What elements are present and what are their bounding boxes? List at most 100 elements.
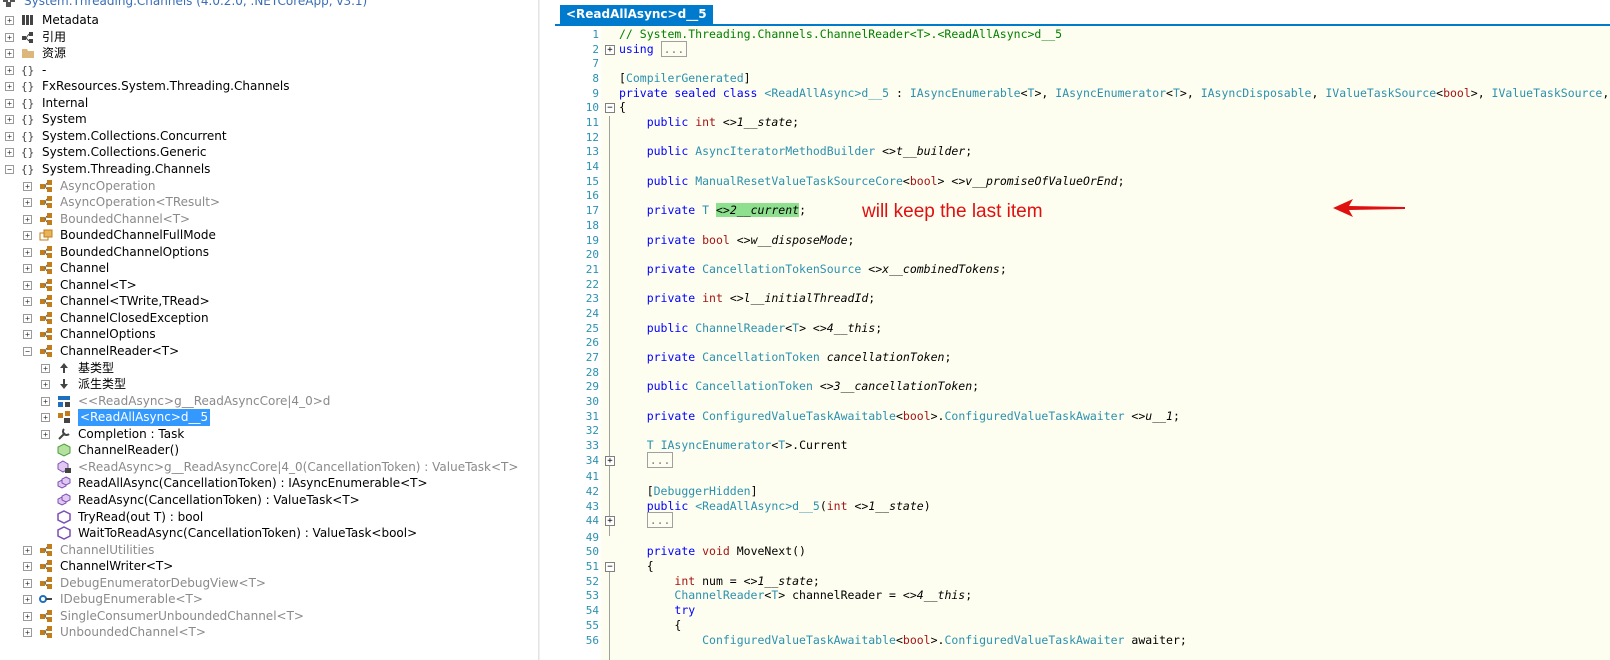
expand-icon[interactable]: +	[23, 231, 32, 241]
expand-icon[interactable]: +	[5, 98, 14, 108]
expand-icon[interactable]: +	[23, 181, 32, 191]
tree-item-label: ReadAsync(CancellationToken) : ValueTask…	[78, 492, 360, 507]
tree-item-label: Channel<T>	[60, 277, 137, 292]
tree-item-label: System.Collections.Generic	[42, 145, 207, 160]
expand-icon[interactable]: +	[5, 82, 14, 92]
expand-icon[interactable]: +	[23, 247, 32, 257]
expand-icon[interactable]: +	[41, 363, 50, 373]
expand-icon[interactable]: +	[5, 148, 14, 158]
namespace-icon: {}	[21, 162, 35, 176]
expand-icon[interactable]: +	[23, 562, 32, 572]
expand-icon[interactable]: +	[5, 65, 14, 75]
interface-icon	[39, 592, 53, 606]
class-icon	[39, 543, 53, 557]
tree-item-label: 资源	[42, 46, 67, 61]
line-number: 13	[585, 145, 599, 159]
expand-icon[interactable]: +	[23, 578, 32, 588]
namespace-icon: {}	[21, 129, 35, 143]
tree-item-label: ChannelReader<T>	[60, 344, 180, 358]
private-method-icon	[57, 460, 71, 474]
expand-icon[interactable]: +	[23, 330, 32, 340]
class-icon	[39, 609, 53, 623]
line-number: 30	[585, 395, 599, 408]
code-line: ...	[619, 451, 674, 468]
tab-bar: <ReadAllAsync>d__5	[555, 0, 1610, 26]
code-line: [DebuggerHidden]	[619, 483, 758, 498]
expand-icon[interactable]: +	[41, 413, 50, 423]
expand-icon[interactable]: +	[23, 198, 32, 208]
expand-icon[interactable]: +	[5, 16, 14, 25]
tree-item-label: WaitToReadAsync(CancellationToken) : Val…	[78, 526, 418, 541]
line-number: 53	[585, 589, 599, 603]
expand-region-icon[interactable]: +	[605, 455, 615, 466]
line-number: 19	[585, 233, 599, 247]
expand-region-icon[interactable]: +	[605, 516, 615, 527]
code-area[interactable]: 1 2 7 8 9 10 11 12 13 14 15 16 17 18 19 20 21 22 23 24 25 26 2…	[555, 26, 1610, 660]
expand-icon[interactable]: +	[23, 313, 32, 323]
expand-region-icon[interactable]: +	[605, 44, 615, 55]
collapse-region-icon[interactable]: −	[605, 103, 615, 114]
abstract-method-icon	[57, 509, 71, 524]
tree-item-label: ChannelClosedException	[60, 310, 209, 325]
tree-scrollbar[interactable]	[538, 0, 540, 660]
line-number: 12	[585, 130, 599, 144]
tree-item-label: FxResources.System.Threading.Channels	[42, 79, 290, 94]
base-types-icon	[57, 361, 71, 375]
expand-icon[interactable]: +	[5, 131, 14, 141]
tree-item-label: Channel<TWrite,TRead>	[60, 294, 210, 309]
line-number: 42	[585, 484, 599, 498]
tree-item-label: BoundedChannel<T>	[60, 211, 191, 226]
tree-item-label: System	[42, 112, 87, 127]
expand-icon[interactable]: +	[23, 264, 32, 274]
derived-types-icon	[57, 377, 71, 391]
expand-icon[interactable]: +	[23, 545, 32, 555]
expand-icon[interactable]: +	[5, 115, 14, 125]
annotation-text: will keep the last item	[862, 201, 1043, 222]
line-number: 27	[585, 350, 599, 364]
tab-readallasync[interactable]: <ReadAllAsync>d__5	[560, 5, 713, 24]
collapse-icon[interactable]: −	[5, 164, 14, 174]
line-number: 7	[592, 57, 599, 71]
expand-icon[interactable]: +	[41, 429, 50, 439]
line-number: 44	[585, 514, 599, 528]
code-line: public ChannelReader<T> <>4__this;	[646, 320, 883, 335]
abstract-method-icon	[57, 526, 71, 540]
svg-text:{}: {}	[21, 146, 34, 159]
metadata-icon	[21, 13, 35, 27]
expand-icon[interactable]: +	[23, 628, 32, 638]
collapse-region-icon[interactable]: −	[605, 562, 615, 573]
line-number: 15	[585, 174, 599, 188]
expand-icon[interactable]: +	[41, 396, 50, 406]
fold-guide	[609, 116, 610, 536]
method-icon	[57, 443, 71, 457]
class-icon	[39, 327, 53, 341]
svg-text:{}: {}	[21, 64, 34, 77]
class-icon	[39, 278, 53, 292]
class-icon	[39, 179, 53, 193]
class-icon	[39, 294, 53, 308]
code-line: public int <>1__state;	[646, 115, 800, 130]
line-number: 56	[585, 633, 599, 647]
tree-root-label: System.Threading.Channels (4.0.2.0, .NET…	[24, 0, 368, 8]
expand-icon[interactable]: +	[23, 214, 32, 224]
expand-icon[interactable]: +	[5, 32, 14, 42]
collapse-icon[interactable]: −	[23, 347, 32, 356]
code-line: using ...	[619, 40, 688, 57]
line-number: 11	[585, 116, 599, 130]
tree-item-label: 基类型	[78, 360, 115, 375]
line-number-gutter: 1 2 7 8 9 10 11 12 13 14 15 16 17 18 19 20 21 22 23 24 25 26 2…	[555, 26, 599, 660]
expand-icon[interactable]: +	[23, 297, 32, 307]
expand-icon[interactable]: +	[5, 49, 14, 59]
tree-item-label: ChannelReader()	[78, 443, 180, 458]
line-number: 50	[585, 545, 599, 559]
line-number: 22	[585, 277, 599, 291]
class-icon	[39, 559, 53, 573]
svg-text:{}: {}	[21, 80, 34, 93]
expand-icon[interactable]: +	[23, 280, 32, 290]
expand-icon[interactable]: +	[23, 611, 32, 621]
expand-icon[interactable]: +	[41, 380, 50, 390]
tree-item-label: Channel	[60, 261, 110, 276]
expand-icon[interactable]: +	[23, 595, 32, 605]
class-icon	[39, 625, 53, 639]
virtual-method-icon	[57, 493, 71, 507]
